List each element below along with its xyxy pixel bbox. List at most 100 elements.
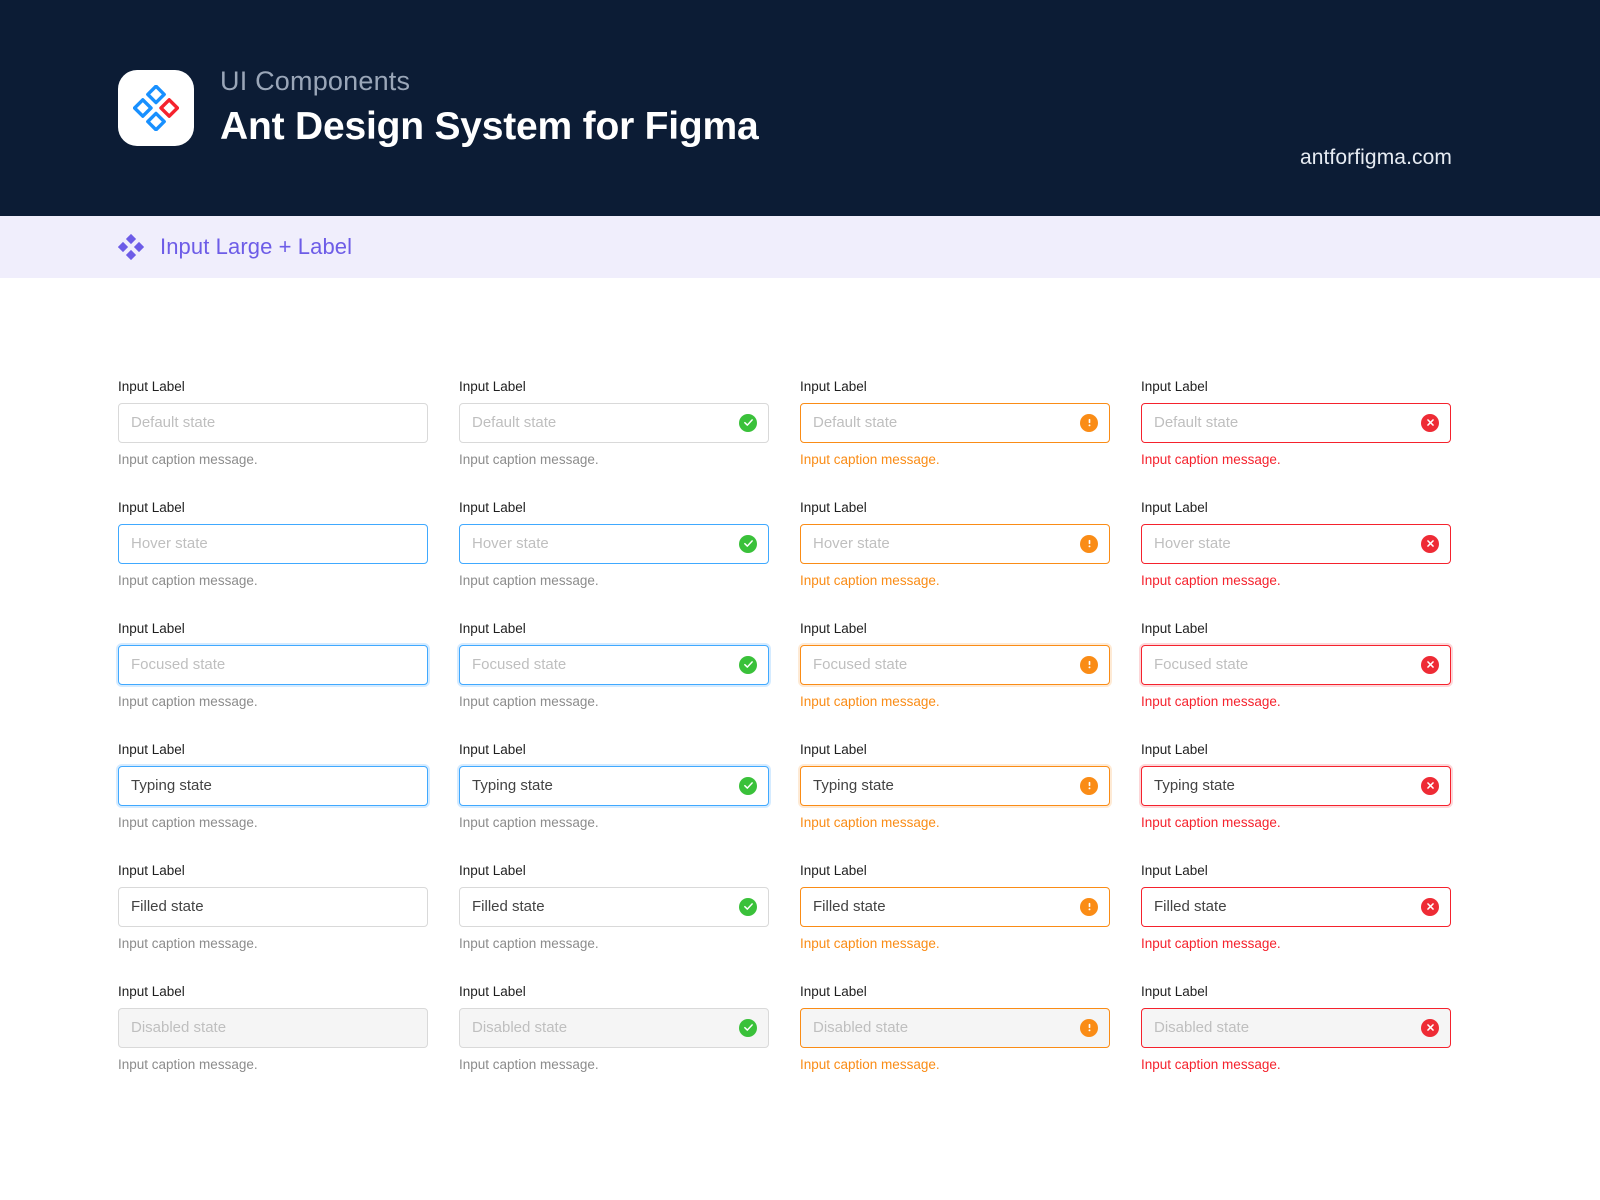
input-label: Input Label xyxy=(800,984,867,999)
text-input[interactable]: Typing state xyxy=(800,765,1110,806)
input-value-text: Filled state xyxy=(813,898,886,915)
input-caption: Input caption message. xyxy=(459,935,599,951)
input-caption: Input caption message. xyxy=(1141,814,1281,830)
input-caption: Input caption message. xyxy=(118,935,258,951)
text-input[interactable]: Filled state xyxy=(459,886,769,927)
input-caption: Input caption message. xyxy=(800,693,940,709)
input-field-filled-success: Input Label Filled state Input caption mes… xyxy=(459,864,769,950)
text-input: Disabled state xyxy=(800,1007,1110,1048)
input-label: Input Label xyxy=(800,379,867,394)
header-website-url[interactable]: antforfigma.com xyxy=(1300,146,1452,170)
input-label: Input Label xyxy=(118,863,185,878)
input-field-typing-neutral: Input Label Typing state Input caption mes… xyxy=(118,743,428,829)
input-label: Input Label xyxy=(118,500,185,515)
input-label: Input Label xyxy=(1141,500,1208,515)
input-value-text: Focused state xyxy=(131,656,226,673)
text-input[interactable]: Hover state xyxy=(1141,523,1451,564)
text-input[interactable]: Default state xyxy=(1141,402,1451,443)
close-circle-icon xyxy=(1421,655,1439,674)
input-caption: Input caption message. xyxy=(459,693,599,709)
text-input[interactable]: Filled state xyxy=(1141,886,1451,927)
text-input[interactable]: Filled state xyxy=(800,886,1110,927)
text-input[interactable]: Hover state xyxy=(800,523,1110,564)
input-value-text: Disabled state xyxy=(472,1019,568,1036)
text-input[interactable]: Typing state xyxy=(118,765,428,806)
exclamation-circle-icon xyxy=(1080,897,1098,916)
text-input[interactable]: Filled state xyxy=(118,886,428,927)
text-input[interactable]: Typing state xyxy=(1141,765,1451,806)
input-caption: Input caption message. xyxy=(800,935,940,951)
input-field-default-warning: Input Label Default state Input caption me… xyxy=(800,380,1110,466)
input-label: Input Label xyxy=(1141,621,1208,636)
input-label: Input Label xyxy=(459,379,526,394)
input-caption: Input caption message. xyxy=(459,572,599,588)
input-field-focused-neutral: Input Label Focused state Input caption me… xyxy=(118,622,428,708)
input-value-text: Filled state xyxy=(1154,898,1227,915)
text-input[interactable]: Focused state xyxy=(800,644,1110,685)
input-caption: Input caption message. xyxy=(459,814,599,830)
input-label: Input Label xyxy=(1141,863,1208,878)
input-caption: Input caption message. xyxy=(1141,572,1281,588)
text-input: Disabled state xyxy=(118,1007,428,1048)
page-header: UI Components Ant Design System for Figm… xyxy=(0,0,1600,216)
text-input: Disabled state xyxy=(1141,1007,1451,1048)
text-input[interactable]: Typing state xyxy=(459,765,769,806)
input-value-text: Disabled state xyxy=(131,1019,227,1036)
text-input[interactable]: Hover state xyxy=(459,523,769,564)
input-value-text: Hover state xyxy=(472,535,549,552)
input-field-typing-warning: Input Label Typing state Input caption mes… xyxy=(800,743,1110,829)
input-label: Input Label xyxy=(459,863,526,878)
input-label: Input Label xyxy=(459,984,526,999)
input-label: Input Label xyxy=(1141,379,1208,394)
input-caption: Input caption message. xyxy=(118,572,258,588)
four-diamonds-icon xyxy=(118,234,144,260)
input-value-text: Typing state xyxy=(1154,777,1235,794)
input-field-hover-success: Input Label Hover state Input caption mess… xyxy=(459,501,769,587)
input-value-text: Default state xyxy=(1154,414,1239,431)
text-input[interactable]: Focused state xyxy=(118,644,428,685)
input-field-disabled-error: Input Label Disabled state Input caption m… xyxy=(1141,985,1451,1071)
header-brand: UI Components Ant Design System for Figm… xyxy=(118,65,759,152)
input-value-text: Hover state xyxy=(1154,535,1231,552)
text-input: Disabled state xyxy=(459,1007,769,1048)
input-value-text: Focused state xyxy=(1154,656,1249,673)
text-input[interactable]: Default state xyxy=(800,402,1110,443)
input-label: Input Label xyxy=(118,621,185,636)
input-caption: Input caption message. xyxy=(800,814,940,830)
input-caption: Input caption message. xyxy=(1141,1056,1281,1072)
text-input[interactable]: Focused state xyxy=(1141,644,1451,685)
input-label: Input Label xyxy=(118,984,185,999)
check-circle-icon xyxy=(739,534,757,553)
input-label: Input Label xyxy=(459,742,526,757)
input-label: Input Label xyxy=(459,500,526,515)
input-caption: Input caption message. xyxy=(1141,451,1281,467)
exclamation-circle-icon xyxy=(1080,413,1098,432)
close-circle-icon xyxy=(1421,1018,1439,1037)
input-field-focused-success: Input Label Focused state Input caption me… xyxy=(459,622,769,708)
input-value-text: Typing state xyxy=(472,777,553,794)
input-label: Input Label xyxy=(800,500,867,515)
exclamation-circle-icon xyxy=(1080,1018,1098,1037)
input-value-text: Default state xyxy=(813,414,898,431)
input-value-text: Typing state xyxy=(813,777,894,794)
input-field-disabled-warning: Input Label Disabled state Input caption m… xyxy=(800,985,1110,1071)
text-input[interactable]: Default state xyxy=(459,402,769,443)
app-logo-tile xyxy=(118,70,194,146)
input-caption: Input caption message. xyxy=(1141,935,1281,951)
text-input[interactable]: Hover state xyxy=(118,523,428,564)
input-field-default-error: Input Label Default state Input caption me… xyxy=(1141,380,1451,466)
input-field-filled-warning: Input Label Filled state Input caption mes… xyxy=(800,864,1110,950)
input-field-hover-error: Input Label Hover state Input caption mess… xyxy=(1141,501,1451,587)
input-label: Input Label xyxy=(1141,742,1208,757)
input-grid: Input Label Default state Input caption me… xyxy=(118,380,1482,1071)
input-field-focused-error: Input Label Focused state Input caption me… xyxy=(1141,622,1451,708)
input-field-hover-neutral: Input Label Hover state Input caption mess… xyxy=(118,501,428,587)
text-input[interactable]: Focused state xyxy=(459,644,769,685)
input-caption: Input caption message. xyxy=(459,1056,599,1072)
check-circle-icon xyxy=(739,413,757,432)
input-caption: Input caption message. xyxy=(118,451,258,467)
input-caption: Input caption message. xyxy=(800,572,940,588)
text-input[interactable]: Default state xyxy=(118,402,428,443)
input-label: Input Label xyxy=(459,621,526,636)
input-field-disabled-success: Input Label Disabled state Input caption m… xyxy=(459,985,769,1071)
